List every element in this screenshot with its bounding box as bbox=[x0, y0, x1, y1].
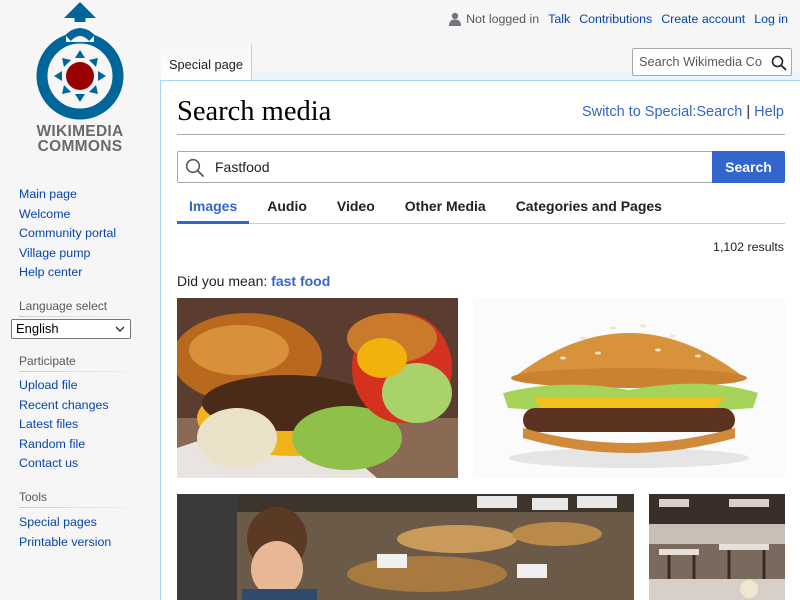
search-icon bbox=[185, 158, 205, 181]
sidebar-item-community-portal[interactable]: Community portal bbox=[19, 226, 116, 240]
sidebar-item-special-pages[interactable]: Special pages bbox=[19, 515, 97, 529]
sidebar-item-upload-file[interactable]: Upload file bbox=[19, 378, 78, 392]
create-account-link[interactable]: Create account bbox=[661, 12, 745, 26]
help-link[interactable]: Help bbox=[754, 104, 784, 120]
did-you-mean: Did you mean: fast food bbox=[177, 273, 330, 289]
tab-video[interactable]: Video bbox=[325, 194, 387, 224]
sidebar-item-recent-changes[interactable]: Recent changes bbox=[19, 398, 109, 412]
language-dropdown-value: English bbox=[16, 321, 59, 336]
sidebar-item-latest-files[interactable]: Latest files bbox=[19, 417, 78, 431]
tab-special-page[interactable]: Special page bbox=[161, 44, 252, 81]
title-links: Switch to Special:Search | Help bbox=[582, 104, 784, 120]
did-you-mean-label: Did you mean: bbox=[177, 273, 268, 289]
chevron-down-icon bbox=[115, 320, 125, 345]
not-logged-in-status: Not logged in bbox=[466, 12, 540, 26]
site-search-placeholder: Search Wikimedia Co bbox=[639, 54, 763, 69]
switch-to-special-search-link[interactable]: Switch to Special:Search bbox=[582, 104, 742, 120]
tab-categories-and-pages[interactable]: Categories and Pages bbox=[504, 194, 674, 224]
sidebar-item-contact-us[interactable]: Contact us bbox=[19, 456, 78, 470]
sidebar-item-welcome[interactable]: Welcome bbox=[19, 207, 70, 221]
sidebar-item-village-pump[interactable]: Village pump bbox=[19, 246, 90, 260]
page-title: Search media bbox=[177, 96, 332, 127]
search-icon[interactable] bbox=[771, 54, 787, 71]
log-in-link[interactable]: Log in bbox=[754, 12, 788, 26]
result-thumbnail[interactable] bbox=[177, 298, 458, 478]
personal-tools: Not logged in Talk Contributions Create … bbox=[440, 10, 788, 28]
language-select-heading: Language select bbox=[19, 299, 143, 317]
main-content: Search media Switch to Special:Search | … bbox=[160, 80, 800, 600]
logo-wordmark-line2: COMMONS bbox=[37, 138, 123, 155]
search-button[interactable]: Search bbox=[712, 151, 785, 183]
commons-logo-icon bbox=[36, 2, 124, 120]
sidebar-item-help-center[interactable]: Help center bbox=[19, 265, 82, 279]
result-thumbnail[interactable] bbox=[177, 494, 634, 600]
language-dropdown[interactable]: English bbox=[11, 319, 131, 339]
main-navigation: Main page Welcome Community portal Villa… bbox=[19, 185, 116, 283]
result-thumbnail[interactable] bbox=[473, 298, 785, 478]
tab-audio[interactable]: Audio bbox=[255, 194, 319, 224]
sidebar-item-random-file[interactable]: Random file bbox=[19, 437, 85, 451]
cafe-interior-image bbox=[649, 494, 785, 600]
suggestion-link[interactable]: fast food bbox=[271, 273, 330, 289]
participate-heading: Participate bbox=[19, 354, 143, 372]
contributions-link[interactable]: Contributions bbox=[579, 12, 652, 26]
participate-navigation: Upload file Recent changes Latest files … bbox=[19, 376, 109, 474]
tab-other-media[interactable]: Other Media bbox=[393, 194, 498, 224]
tools-navigation: Special pages Printable version bbox=[19, 513, 111, 552]
cheeseburger-image bbox=[473, 298, 785, 478]
tools-heading: Tools bbox=[19, 490, 143, 508]
sidebar: WIKIMEDIA COMMONS Main page Welcome Comm… bbox=[0, 0, 160, 600]
tab-images[interactable]: Images bbox=[177, 194, 250, 224]
tab-special-page-label: Special page bbox=[169, 57, 243, 72]
burger-closeup-image bbox=[177, 298, 458, 478]
result-thumbnail[interactable] bbox=[649, 494, 785, 600]
sandwich-counter-image bbox=[177, 494, 634, 600]
sidebar-item-main-page[interactable]: Main page bbox=[19, 187, 77, 201]
user-icon bbox=[449, 12, 462, 26]
talk-link[interactable]: Talk bbox=[548, 12, 570, 26]
site-search-input[interactable]: Search Wikimedia Co bbox=[632, 48, 792, 76]
media-search-value: Fastfood bbox=[215, 159, 270, 175]
title-divider bbox=[177, 134, 785, 135]
sidebar-item-printable-version[interactable]: Printable version bbox=[19, 535, 111, 549]
wikimedia-commons-logo[interactable]: WIKIMEDIA COMMONS bbox=[22, 2, 138, 162]
title-links-separator: | bbox=[746, 104, 751, 120]
media-search-input[interactable]: Fastfood bbox=[177, 151, 713, 183]
media-type-tabs: Images Audio Video Other Media Categorie… bbox=[177, 194, 785, 224]
result-count: 1,102 results bbox=[713, 240, 784, 254]
